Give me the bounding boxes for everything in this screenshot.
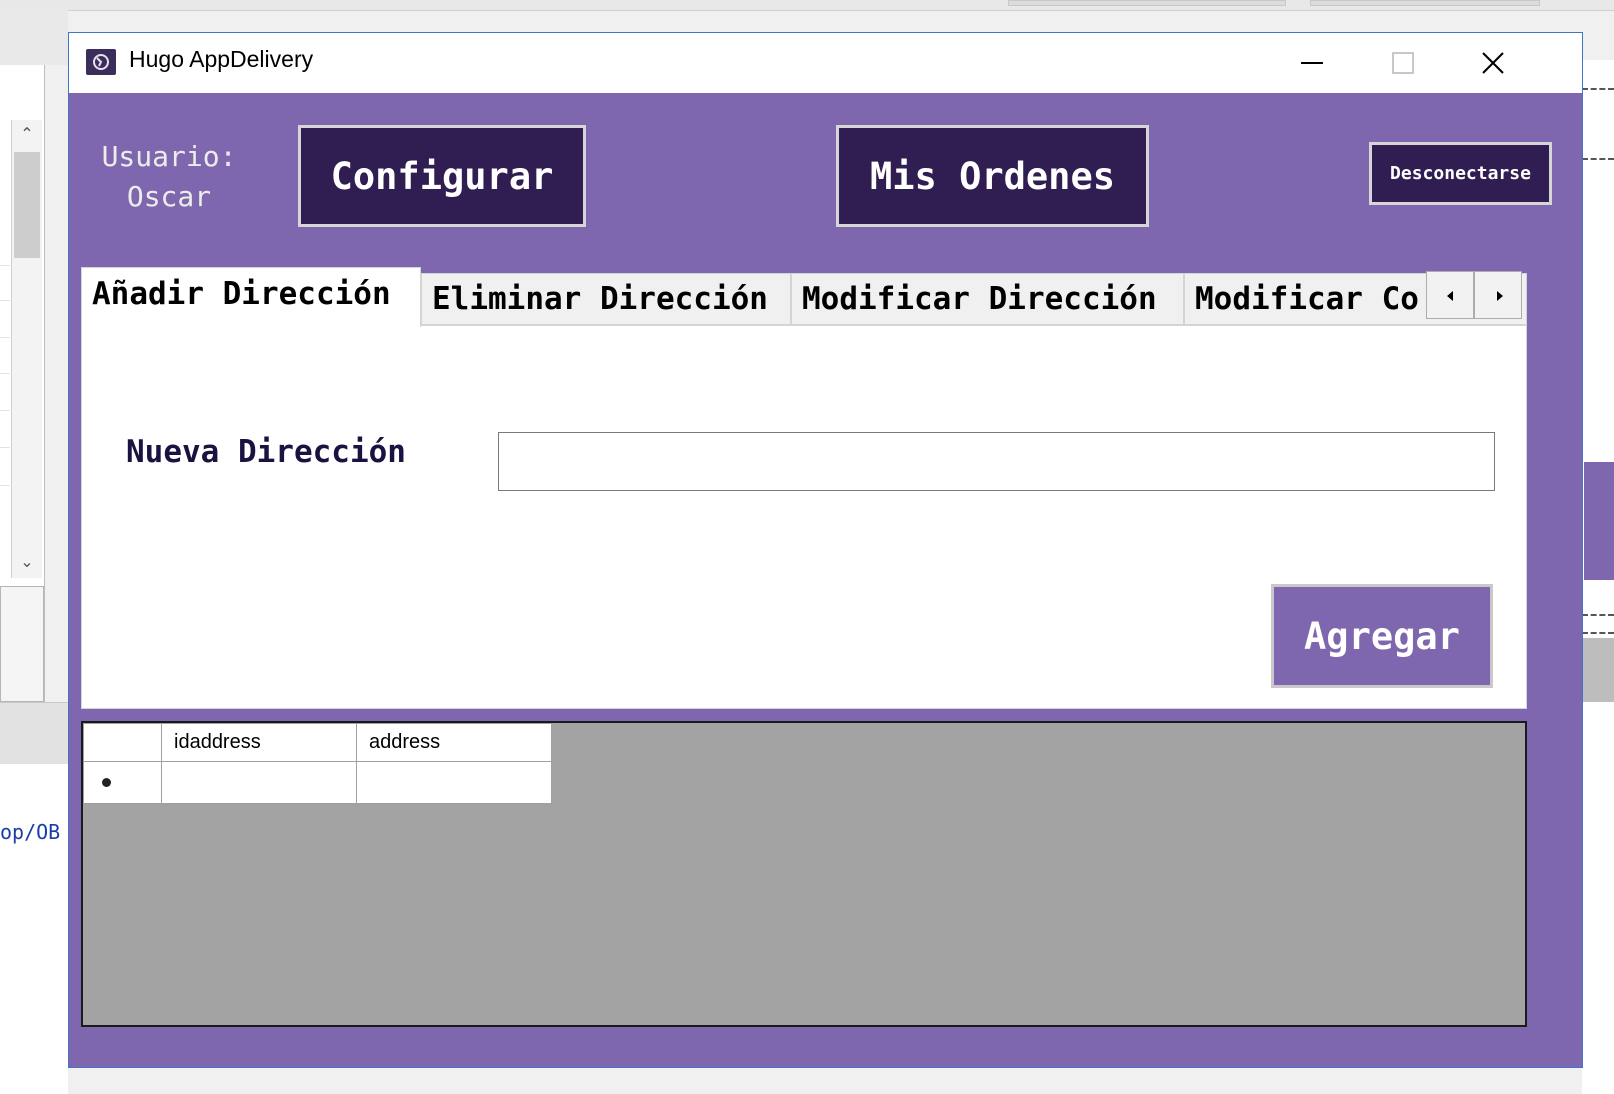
background-left-white [0,764,68,1094]
my-orders-button[interactable]: Mis Ordenes [836,125,1149,227]
user-label-title: Usuario: [101,140,237,173]
grid-new-row[interactable] [83,761,552,804]
background-row-line [0,337,10,338]
client-area: Usuario: Oscar Configurar Mis Ordenes De… [69,93,1582,1067]
background-row-line [0,447,10,448]
user-label: Usuario: Oscar [87,137,251,217]
background-tab [1310,0,1540,6]
new-row-marker-icon [102,778,111,788]
background-row-line [0,485,10,486]
tab-modify-address[interactable]: Modificar Dirección [791,273,1184,325]
background-row-line [0,373,10,374]
grid-corner-header[interactable] [83,723,162,762]
address-table: idaddress address [83,723,552,804]
app-window: Hugo AppDelivery Usuario: Oscar Configur… [68,32,1583,1068]
background-right-gray [1582,638,1614,702]
grid-cell-address[interactable] [356,761,552,804]
background-dash [1582,614,1614,616]
scroll-thumb[interactable] [14,152,40,258]
close-icon [1482,52,1504,74]
add-button[interactable]: Agregar [1271,584,1493,688]
close-button[interactable] [1447,33,1539,93]
tab-strip: Añadir Dirección Eliminar Dirección Modi… [81,267,1527,327]
tab-delete-address[interactable]: Eliminar Dirección [421,273,791,325]
maximize-button[interactable] [1357,33,1449,93]
caret-right-icon [1497,291,1503,301]
disconnect-button[interactable]: Desconectarse [1369,142,1552,205]
maximize-icon [1392,52,1414,74]
scroll-down-icon[interactable]: ⌄ [12,550,42,574]
scroll-up-icon[interactable]: ⌃ [12,122,42,146]
add-address-panel: Nueva Dirección Agregar [81,325,1527,709]
background-path-text: op/OB [0,820,61,844]
window-title: Hugo AppDelivery [129,46,314,72]
background-tab [1008,0,1286,6]
minimize-button[interactable] [1266,33,1358,93]
background-left-box [0,586,44,702]
background-row-line [0,265,10,266]
new-address-input[interactable] [498,432,1495,491]
background-dash [1582,88,1614,90]
tab-scroll-right-button[interactable] [1474,271,1522,319]
row-header[interactable] [83,761,162,804]
app-icon [86,49,116,75]
background-dash [1582,158,1614,160]
title-bar[interactable]: Hugo AppDelivery [69,33,1582,93]
column-header-idaddress[interactable]: idaddress [161,723,357,762]
background-left-band [0,10,68,65]
background-row-line [0,300,10,301]
column-header-address[interactable]: address [356,723,552,762]
address-grid[interactable]: idaddress address [81,721,1527,1027]
new-address-label: Nueva Dirección [126,434,406,470]
minimize-icon [1301,62,1323,64]
configure-button[interactable]: Configurar [298,125,586,227]
background-left-gray [0,702,68,765]
tab-add-address[interactable]: Añadir Dirección [81,267,421,327]
background-dash [1582,632,1614,634]
grid-header-row: idaddress address [83,723,552,762]
background-scrollbar[interactable]: ⌃ ⌄ [11,120,42,578]
background-row-line [0,410,10,411]
background-button-fragment [1584,462,1614,580]
background-toolbar [0,0,1614,11]
tab-scroll-left-button[interactable] [1426,271,1474,319]
grid-cell-idaddress[interactable] [161,761,357,804]
user-name: Oscar [126,180,212,213]
caret-left-icon [1447,291,1453,301]
tab-scroll-buttons [1426,271,1523,321]
